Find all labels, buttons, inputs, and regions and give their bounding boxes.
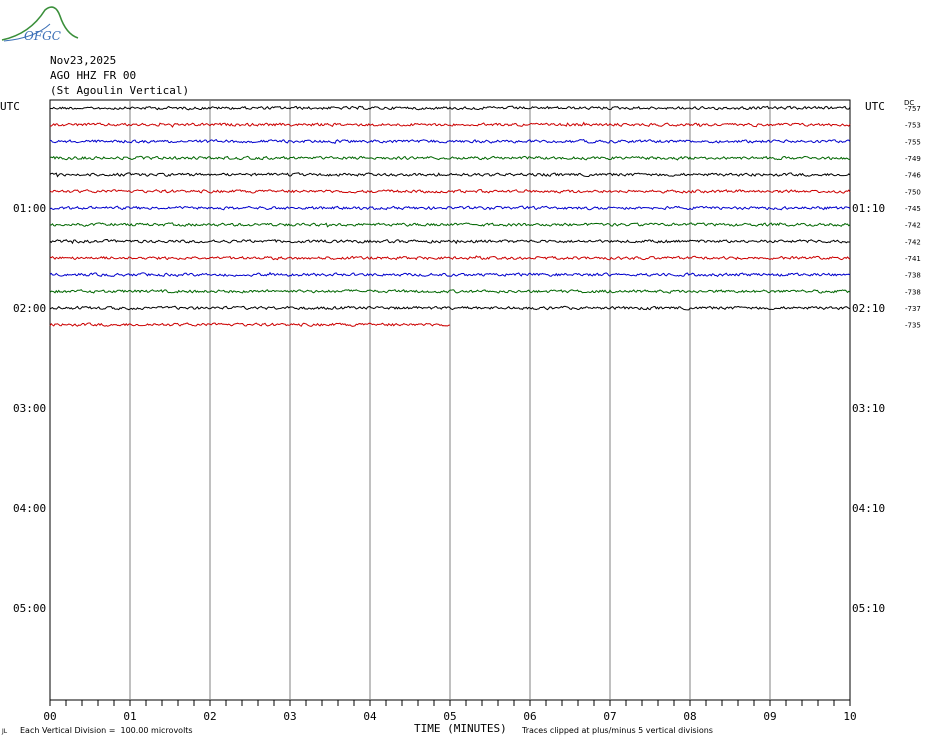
helicorder-chart: 00 01 02 03 04 05 06 07 08 09 1001:0002:0003:0004:… xyxy=(0,99,921,723)
dc-offset-label: -753 xyxy=(905,122,921,130)
hour-label-left: 03:00 xyxy=(13,402,46,415)
utc-label-right: UTC xyxy=(865,100,885,113)
dc-offset-label: -735 xyxy=(905,322,921,330)
dc-offset-label: -745 xyxy=(905,205,921,213)
axis-labels: 00 01 02 03 04 05 06 07 08 09 1001:0002:0003:0004:… xyxy=(13,105,921,723)
x-tick-label: 10 xyxy=(843,710,856,723)
dc-offset-label: -750 xyxy=(905,188,921,196)
dc-offset-label: -738 xyxy=(905,288,921,296)
dc-label: DC xyxy=(904,99,914,107)
hour-label-right: 04:10 xyxy=(852,502,885,515)
hour-label-right: 03:10 xyxy=(852,402,885,415)
hour-label-right: 01:10 xyxy=(852,202,885,215)
hour-label-left: 04:00 xyxy=(13,502,46,515)
utc-label-left: UTC xyxy=(0,100,20,113)
clip-note: Traces clipped at plus/minus 5 vertical … xyxy=(522,726,713,735)
x-tick-label: 07 xyxy=(603,710,616,723)
scale-note: Each Vertical Division = 100.00 microvol… xyxy=(20,726,193,735)
dc-offset-label: -755 xyxy=(905,138,921,146)
x-tick-label: 03 xyxy=(283,710,296,723)
x-tick-label: 02 xyxy=(203,710,216,723)
dc-offset-label: -742 xyxy=(905,222,921,230)
dc-offset-label: -746 xyxy=(905,172,921,180)
hour-label-left: 02:00 xyxy=(13,302,46,315)
x-tick-label: 09 xyxy=(763,710,776,723)
hour-label-left: 01:00 xyxy=(13,202,46,215)
grid xyxy=(49,99,851,706)
dc-offset-label: -741 xyxy=(905,255,921,263)
dc-offset-label: -738 xyxy=(905,272,921,280)
hour-label-right: 02:10 xyxy=(852,302,885,315)
footer-mark: JL xyxy=(2,728,8,735)
x-tick-label: 08 xyxy=(683,710,696,723)
x-tick-label: 04 xyxy=(363,710,377,723)
hour-label-left: 05:00 xyxy=(13,602,46,615)
x-tick-label: 01 xyxy=(123,710,136,723)
dc-offset-label: -737 xyxy=(905,305,921,313)
x-axis-title: TIME (MINUTES) xyxy=(414,722,507,735)
x-tick-label: 00 xyxy=(43,710,56,723)
seismic-trace xyxy=(49,322,451,327)
dc-offset-label: -749 xyxy=(905,155,921,163)
dc-offset-label: -742 xyxy=(905,238,921,246)
hour-label-right: 05:10 xyxy=(852,602,885,615)
x-tick-label: 06 xyxy=(523,710,536,723)
